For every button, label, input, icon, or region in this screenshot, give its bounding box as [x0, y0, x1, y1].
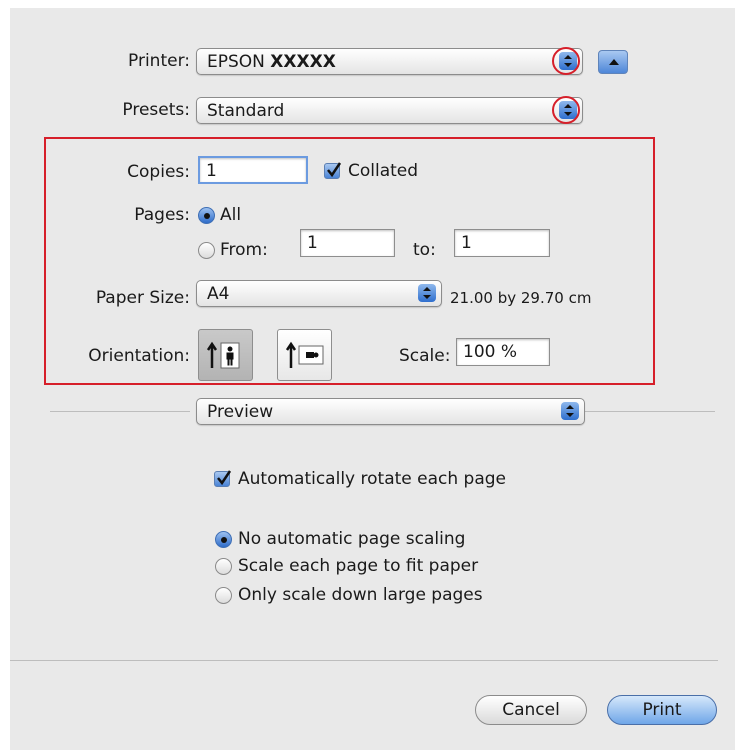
print-dialog: Printer: EPSON XXXXX Presets: Standard C… [10, 8, 735, 750]
collated-label: Collated [348, 161, 419, 181]
updown-arrows-icon [561, 402, 579, 420]
scaling-option-radio[interactable] [215, 531, 232, 548]
pages-from-label: From: [220, 240, 268, 260]
auto-rotate-checkbox[interactable] [214, 470, 232, 487]
copies-field[interactable]: 1 [198, 156, 308, 184]
pages-to-field[interactable]: 1 [454, 229, 550, 257]
orientation-landscape-button[interactable] [277, 329, 332, 381]
paper-size-dimensions: 21.00 by 29.70 cm [450, 289, 592, 307]
section-divider-right [585, 411, 715, 412]
scaling-option-radio[interactable] [215, 558, 232, 575]
orientation-portrait-button[interactable] [198, 329, 253, 381]
presets-popup[interactable]: Standard [196, 97, 583, 124]
scaling-option-label: No automatic page scaling [238, 529, 466, 549]
pages-from-radio[interactable] [198, 242, 215, 259]
pages-to-label: to: [413, 240, 436, 260]
pages-all-label: All [220, 205, 242, 225]
orientation-label: Orientation: [88, 346, 190, 366]
cancel-button[interactable]: Cancel [475, 695, 587, 725]
checkmark-icon [217, 470, 232, 486]
disclosure-button[interactable] [598, 50, 628, 74]
section-menu-popup[interactable]: Preview [196, 398, 585, 425]
paper-size-popup[interactable]: A4 [196, 280, 442, 307]
triangle-up-icon [609, 59, 619, 65]
scaling-option-radio[interactable] [215, 587, 232, 604]
printer-popup[interactable]: EPSON XXXXX [196, 48, 583, 75]
updown-arrows-icon [418, 284, 436, 302]
footer-divider [10, 660, 718, 661]
presets-label: Presets: [122, 100, 190, 120]
printer-value: EPSON XXXXX [207, 52, 336, 72]
landscape-orientation-icon [285, 341, 324, 368]
portrait-orientation-icon [206, 341, 240, 369]
printer-label: Printer: [128, 51, 190, 71]
print-button[interactable]: Print [607, 695, 717, 725]
presets-arrows-highlight [552, 96, 580, 124]
collated-checkbox[interactable] [324, 162, 342, 179]
pages-all-radio[interactable] [198, 207, 215, 224]
paper-size-label: Paper Size: [95, 288, 190, 308]
copies-label: Copies: [127, 162, 190, 182]
section-menu-value: Preview [207, 402, 274, 422]
pages-label: Pages: [134, 205, 190, 225]
scale-field[interactable]: 100 % [456, 338, 550, 366]
section-divider-left [50, 411, 190, 412]
presets-value: Standard [207, 101, 285, 121]
paper-size-value: A4 [207, 284, 230, 304]
scaling-option-label: Scale each page to fit paper [238, 556, 479, 576]
printer-arrows-highlight [552, 47, 580, 75]
pages-from-field[interactable]: 1 [300, 229, 395, 257]
auto-rotate-label: Automatically rotate each page [238, 469, 506, 489]
scale-label: Scale: [399, 346, 451, 366]
checkmark-icon [327, 162, 342, 178]
scaling-option-label: Only scale down large pages [238, 585, 483, 605]
